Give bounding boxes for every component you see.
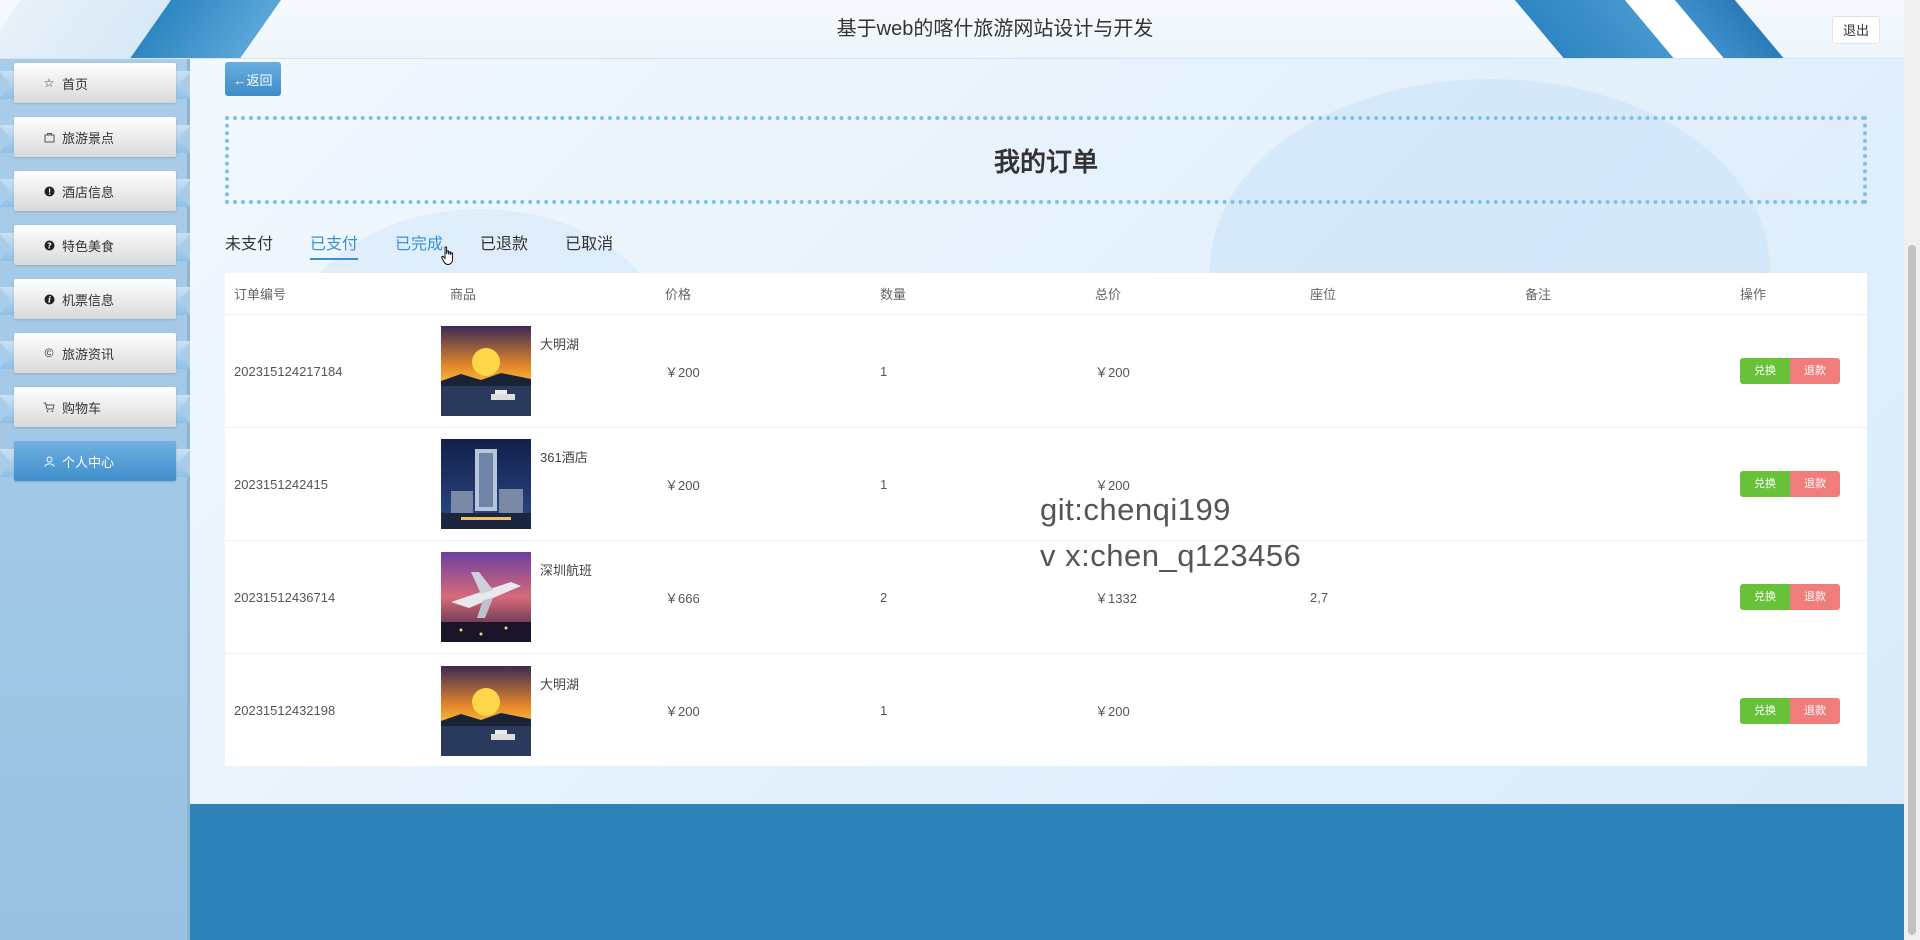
column-header: 价格 — [665, 287, 692, 302]
column-header: 座位 — [1310, 287, 1337, 302]
sidebar-item-label: 首页 — [62, 76, 89, 92]
quantity: 1 — [880, 363, 888, 379]
sidebar-item-label: 特色美食 — [62, 238, 115, 254]
sidebar-item-label: 机票信息 — [62, 292, 115, 308]
watermark-line: v x:chen_q123456 — [1040, 538, 1302, 573]
product-name: 大明湖 — [540, 676, 580, 692]
quantity: 1 — [880, 476, 888, 492]
sidebar-item-label: 酒店信息 — [62, 184, 115, 200]
product-name: 大明湖 — [540, 337, 580, 352]
info-icon — [42, 184, 56, 198]
product-image[interactable] — [441, 552, 531, 642]
tab-refunded[interactable]: 已退款 — [480, 230, 528, 260]
table-row: 20231512432198 大明湖 ￥200 1 ￥200 兑换 退款 — [225, 654, 1867, 767]
table-row: 202315124217184 大明湖 ￥200 1 ￥200 兑换 退款 — [225, 315, 1867, 428]
footer-bar — [190, 804, 1904, 940]
row-actions: 兑换 退款 — [1731, 471, 1867, 497]
sidebar-item-news[interactable]: © 旅游资讯 — [0, 333, 191, 377]
exchange-button[interactable]: 兑换 — [1740, 697, 1790, 724]
star-icon: ☆ — [43, 76, 55, 90]
header-bar: 基于web的喀什旅游网站设计与开发 退出 — [0, 0, 1904, 59]
back-button[interactable]: ←返回 — [225, 62, 281, 96]
refund-button[interactable]: 退款 — [1790, 697, 1840, 724]
sidebar-item-tickets[interactable]: i 机票信息 — [0, 279, 191, 323]
tab-completed[interactable]: 已完成 — [395, 230, 443, 260]
copyright-icon: © — [44, 346, 54, 360]
svg-text:?: ? — [47, 241, 52, 250]
site-title: 基于web的喀什旅游网站设计与开发 — [836, 18, 1154, 40]
page-title: 我的订单 — [993, 146, 1098, 177]
product-image[interactable] — [441, 439, 531, 529]
sidebar-item-food[interactable]: ? 特色美食 — [0, 225, 191, 269]
product-name: 深圳航班 — [540, 563, 593, 578]
column-header: 操作 — [1740, 287, 1767, 302]
row-actions: 兑换 退款 — [1731, 697, 1867, 724]
quantity: 1 — [880, 703, 888, 718]
product-image[interactable] — [441, 326, 531, 416]
sidebar-item-label: 个人中心 — [62, 454, 115, 470]
order-number: 20231512432198 — [234, 703, 336, 718]
price: ￥200 — [665, 364, 700, 380]
column-header: 总价 — [1095, 287, 1122, 302]
user-icon — [42, 454, 56, 468]
total-price: ￥200 — [1095, 477, 1130, 493]
exchange-button[interactable]: 兑换 — [1740, 584, 1790, 610]
exchange-button[interactable]: 兑换 — [1740, 358, 1790, 384]
sidebar-item-profile[interactable]: 个人中心 — [0, 441, 191, 485]
table-header: 订单编号 商品 价格 数量 总价 座位 备注 操作 — [225, 273, 1867, 315]
total-price: ￥200 — [1095, 704, 1130, 719]
sidebar: ☆ 首页 旅游景点 酒店信息 ? 特色美食 i 机票信息 © 旅游资讯 购物车 — [0, 59, 191, 940]
column-header: 备注 — [1525, 287, 1552, 302]
scrollbar-thumb[interactable] — [1908, 245, 1916, 935]
price: ￥200 — [665, 477, 700, 493]
bag-icon — [42, 130, 56, 144]
hand-cursor-icon — [441, 246, 454, 265]
total-price: ￥200 — [1095, 364, 1130, 380]
column-header: 商品 — [450, 287, 477, 302]
sidebar-item-cart[interactable]: 购物车 — [0, 387, 191, 431]
order-status-tabs: 未支付 已支付 已完成 已退款 已取消 — [225, 230, 650, 260]
sidebar-item-label: 购物车 — [62, 400, 102, 416]
sidebar-item-home[interactable]: ☆ 首页 — [0, 63, 191, 107]
refund-button[interactable]: 退款 — [1790, 584, 1840, 610]
vertical-scrollbar[interactable] — [1904, 0, 1920, 940]
page-title-box: 我的订单 — [225, 116, 1867, 204]
seat: 2,7 — [1310, 589, 1329, 605]
sidebar-item-hotels[interactable]: 酒店信息 — [0, 171, 191, 215]
refund-button[interactable]: 退款 — [1790, 471, 1840, 497]
quantity: 2 — [880, 589, 888, 605]
watermark-line: git:chenqi199 — [1040, 492, 1231, 527]
row-actions: 兑换 退款 — [1731, 358, 1867, 384]
order-number: 2023151242415 — [234, 476, 328, 492]
info-italic-icon: i — [42, 292, 56, 306]
product-image[interactable] — [441, 665, 531, 756]
price: ￥200 — [665, 704, 700, 719]
sidebar-item-label: 旅游景点 — [62, 130, 115, 146]
column-header: 数量 — [880, 287, 907, 302]
row-actions: 兑换 退款 — [1731, 584, 1867, 610]
exchange-button[interactable]: 兑换 — [1740, 471, 1790, 497]
order-number: 20231512436714 — [234, 589, 336, 605]
sidebar-item-attractions[interactable]: 旅游景点 — [0, 117, 191, 161]
price: ￥666 — [665, 590, 700, 606]
svg-text:i: i — [47, 294, 50, 304]
tab-paid[interactable]: 已支付 — [310, 230, 359, 260]
cart-icon — [42, 400, 56, 414]
question-icon: ? — [42, 238, 56, 252]
product-name: 361酒店 — [540, 450, 588, 465]
column-header: 订单编号 — [234, 287, 287, 302]
logout-button[interactable]: 退出 — [1832, 16, 1880, 44]
refund-button[interactable]: 退款 — [1790, 358, 1840, 384]
total-price: ￥1332 — [1095, 590, 1137, 606]
sidebar-item-label: 旅游资讯 — [62, 346, 115, 362]
tab-cancelled[interactable]: 已取消 — [565, 230, 613, 260]
tab-unpaid[interactable]: 未支付 — [225, 230, 273, 260]
order-number: 202315124217184 — [234, 363, 343, 379]
